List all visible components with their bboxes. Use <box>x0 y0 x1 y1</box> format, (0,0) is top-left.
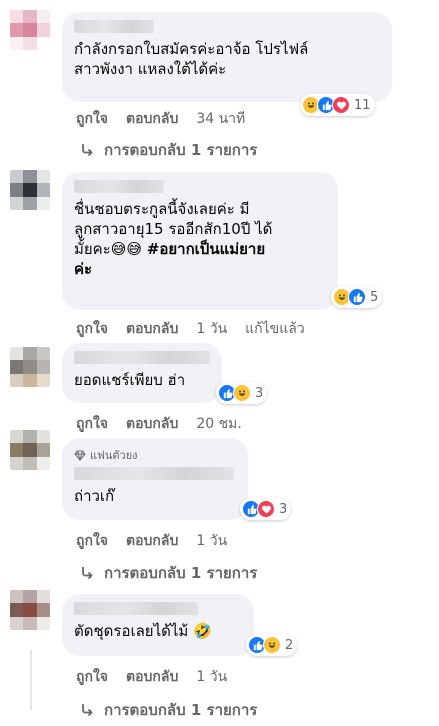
author-name-blurred[interactable] <box>74 180 164 193</box>
like-button[interactable]: ถูกใจ <box>76 108 108 130</box>
reaction-count: 3 <box>255 385 264 401</box>
comment-actions: ถูกใจ ตอบกลับ 20 ชม. <box>76 413 260 435</box>
comment-bubble: แฟนตัวยง ถ่าวเก๊ <box>62 438 248 520</box>
comment-bubble: ตัดชุดรอเลยได้ไม้ 🤣 <box>62 594 254 656</box>
comment-timestamp[interactable]: 34 นาที <box>196 108 245 130</box>
view-replies-link[interactable]: การตอบกลับ 1 รายการ <box>80 138 257 162</box>
love-reaction-icon <box>332 96 350 114</box>
avatar[interactable] <box>10 347 50 387</box>
comment-actions: ถูกใจ ตอบกลับ 1 วัน แก้ไขแล้ว <box>76 318 323 340</box>
reaction-summary[interactable]: 5 <box>331 286 383 308</box>
replies-label: การตอบกลับ 1 รายการ <box>104 564 258 582</box>
author-name-blurred[interactable] <box>74 467 234 480</box>
reply-arrow-icon <box>82 704 93 717</box>
top-fan-label: แฟนตัวยง <box>90 449 138 462</box>
replies-label: การตอบกลับ 1 รายการ <box>104 701 258 719</box>
reaction-count: 11 <box>354 97 371 113</box>
reply-arrow-icon <box>82 144 93 157</box>
reaction-summary[interactable]: 3 <box>240 498 292 520</box>
comment-text: ยอดแชร์เพียบ ฮ่า <box>74 371 186 389</box>
comment-actions: ถูกใจ ตอบกลับ 1 วัน <box>76 530 245 552</box>
like-button[interactable]: ถูกใจ <box>76 318 108 340</box>
comment-text: ตัดชุดรอเลยได้ไม้ 🤣 <box>74 622 212 640</box>
diamond-icon <box>74 450 86 461</box>
thread-line <box>30 650 32 710</box>
view-replies-link[interactable]: การตอบกลับ 1 รายการ <box>80 561 257 585</box>
avatar[interactable] <box>10 10 50 50</box>
comment-bubble: ชื่นชอบตระกูลนี้จังเลยค่ะ มี ลูกสาวอายุ1… <box>62 172 338 310</box>
comment-text: ถ่าวเก๊ <box>74 487 115 505</box>
reply-arrow-icon <box>82 567 93 580</box>
comment-bubble: กำลังกรอกใบสมัครค่ะอาจ้อ โปรไฟล์ สาวพังง… <box>62 12 392 102</box>
comment-timestamp[interactable]: 1 วัน <box>196 318 227 340</box>
author-name-blurred[interactable] <box>74 351 210 364</box>
comment-timestamp[interactable]: 20 ชม. <box>196 413 241 435</box>
author-name-blurred[interactable] <box>74 602 198 615</box>
comment-text: กำลังกรอกใบสมัครค่ะอาจ้อ โปรไฟล์ สาวพังง… <box>74 40 309 78</box>
comment-timestamp[interactable]: 1 วัน <box>196 530 227 552</box>
reply-button[interactable]: ตอบกลับ <box>126 413 178 435</box>
avatar[interactable] <box>10 170 50 210</box>
reaction-count: 2 <box>285 637 294 653</box>
avatar[interactable] <box>10 590 50 630</box>
love-reaction-icon <box>257 500 275 518</box>
comment-actions: ถูกใจ ตอบกลับ 34 นาที <box>76 108 263 130</box>
reply-button[interactable]: ตอบกลับ <box>126 666 178 688</box>
like-reaction-icon <box>348 288 366 306</box>
reaction-summary[interactable]: 2 <box>246 634 298 656</box>
comment-actions: ถูกใจ ตอบกลับ 1 วัน <box>76 666 245 688</box>
like-button[interactable]: ถูกใจ <box>76 666 108 688</box>
reaction-summary[interactable]: 3 <box>216 382 268 404</box>
reply-button[interactable]: ตอบกลับ <box>126 318 178 340</box>
reaction-count: 5 <box>370 289 379 305</box>
like-button[interactable]: ถูกใจ <box>76 413 108 435</box>
like-button[interactable]: ถูกใจ <box>76 530 108 552</box>
author-name-blurred[interactable] <box>74 20 154 33</box>
haha-reaction-icon <box>263 636 281 654</box>
view-replies-link[interactable]: การตอบกลับ 1 รายการ <box>80 698 257 722</box>
comment-timestamp[interactable]: 1 วัน <box>196 666 227 688</box>
edited-label[interactable]: แก้ไขแล้ว <box>245 318 305 340</box>
haha-reaction-icon <box>233 384 251 402</box>
reply-button[interactable]: ตอบกลับ <box>126 530 178 552</box>
reaction-count: 3 <box>279 501 288 517</box>
reply-button[interactable]: ตอบกลับ <box>126 108 178 130</box>
reaction-summary[interactable]: 11 <box>300 94 375 116</box>
replies-label: การตอบกลับ 1 รายการ <box>104 141 258 159</box>
comment-bubble: ยอดแชร์เพียบ ฮ่า <box>62 343 222 403</box>
top-fan-badge[interactable]: แฟนตัวยง <box>74 446 236 464</box>
avatar[interactable] <box>10 430 50 470</box>
comment-text: ชื่นชอบตระกูลนี้จังเลยค่ะ มี ลูกสาวอายุ1… <box>74 199 326 279</box>
